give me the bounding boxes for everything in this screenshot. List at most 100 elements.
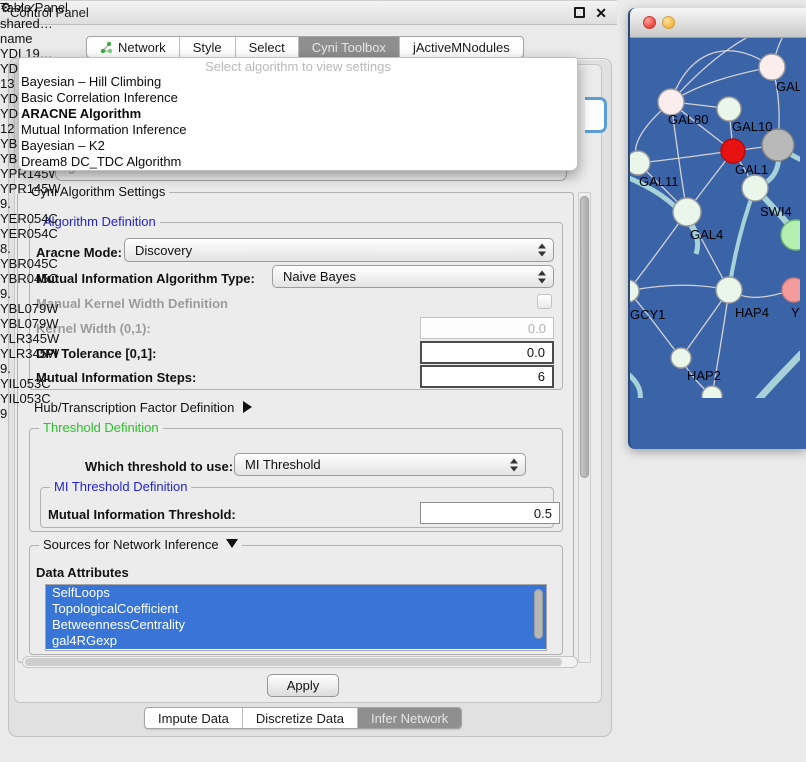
- control-panel-titlebar: Control Panel ✕: [0, 0, 617, 25]
- zoom-traffic-light[interactable]: [681, 16, 694, 29]
- manual-kernel-checkbox[interactable]: [537, 294, 552, 309]
- which-threshold-combo[interactable]: MI Threshold: [234, 453, 526, 476]
- tab-impute-data[interactable]: Impute Data: [145, 708, 242, 728]
- manual-kernel-label: Manual Kernel Width Definition: [36, 296, 228, 311]
- network-window-titlebar[interactable]: [630, 8, 806, 38]
- algorithm-option[interactable]: Basic Correlation Inference: [19, 90, 577, 106]
- tab-label: jActiveMNodules: [413, 40, 510, 55]
- algorithm-dropdown-popup: Select algorithm to view settings Bayesi…: [18, 57, 578, 171]
- table-cell: YER054C: [0, 211, 61, 226]
- network-node-red[interactable]: [721, 139, 745, 163]
- tab-label: Cyni Toolbox: [312, 40, 386, 55]
- table-row[interactable]: YPR145WYPR145W9.: [0, 166, 61, 211]
- network-node-hap4[interactable]: [716, 277, 742, 303]
- svg-text:GAL80: GAL80: [668, 112, 708, 127]
- network-canvas[interactable]: GAL GAL80 GAL10 GAL1 GAL11 SWI4 GAL4 GCY…: [630, 8, 806, 401]
- table-cell: 9.: [0, 361, 61, 376]
- close-traffic-light[interactable]: [643, 16, 656, 29]
- table-row[interactable]: YIL053CYIL053C9: [0, 376, 61, 421]
- column-header-name[interactable]: name: [0, 31, 61, 46]
- list-item[interactable]: gal4RGexp: [46, 633, 546, 649]
- list-item[interactable]: SelfLoops: [46, 585, 546, 601]
- which-threshold-label: Which threshold to use:: [85, 459, 233, 474]
- mi-threshold-field[interactable]: 0.5: [420, 502, 560, 524]
- sources-title-text: Sources for Network Inference: [43, 537, 219, 552]
- list-item[interactable]: TopologicalCoefficient: [46, 601, 546, 617]
- network-node-gal10[interactable]: [717, 97, 741, 121]
- network-node-swi4[interactable]: [742, 175, 768, 201]
- mi-type-label: Mutual Information Algorithm Type:: [36, 271, 255, 286]
- dpi-tolerance-field[interactable]: 0.0: [420, 341, 554, 364]
- column-header-shared-name[interactable]: shared…: [0, 16, 61, 31]
- collapsed-arrow-icon: [243, 401, 252, 413]
- network-node-gal4[interactable]: [673, 198, 701, 226]
- aracne-mode-combo[interactable]: Discovery: [124, 238, 554, 262]
- network-node[interactable]: [759, 54, 785, 80]
- mi-steps-field[interactable]: 6: [420, 365, 554, 388]
- table-row[interactable]: YBR045CYBR045C9.: [0, 256, 61, 301]
- tab-style[interactable]: Style: [179, 37, 235, 57]
- algorithm-option-selected[interactable]: ARACNE Algorithm: [19, 106, 577, 122]
- list-scrollbar[interactable]: [534, 589, 543, 639]
- aracne-mode-value: Discovery: [135, 243, 192, 258]
- expanded-arrow-icon: [226, 539, 238, 548]
- table-cell: YLR345W: [0, 331, 61, 346]
- float-window-icon[interactable]: [574, 7, 585, 18]
- tab-infer-network[interactable]: Infer Network: [357, 708, 461, 728]
- data-attributes-list[interactable]: SelfLoops TopologicalCoefficient Between…: [45, 584, 547, 651]
- tab-jactivemnodules[interactable]: jActiveMNodules: [399, 37, 523, 57]
- close-icon[interactable]: ✕: [595, 6, 607, 20]
- table-header: shared… name: [0, 16, 61, 46]
- network-nodes[interactable]: [630, 8, 800, 398]
- table-row[interactable]: YER054CYER054C8.: [0, 211, 61, 256]
- spinner-arrows-icon: [510, 458, 518, 471]
- table-row[interactable]: YBL079WYBL079W: [0, 301, 61, 331]
- spinner-arrows-icon: [538, 270, 546, 283]
- algorithm-option[interactable]: Dream8 DC_TDC Algorithm: [19, 154, 577, 170]
- algorithm-option[interactable]: Bayesian – K2: [19, 138, 577, 154]
- table-cell: YIL053C: [0, 391, 61, 406]
- tab-network[interactable]: Network: [87, 37, 179, 57]
- svg-text:HAP2: HAP2: [687, 368, 721, 383]
- mi-threshold-label: Mutual Information Threshold:: [48, 507, 236, 522]
- kernel-width-value: 0.0: [528, 321, 546, 336]
- tab-select[interactable]: Select: [235, 37, 298, 57]
- settings-vertical-scrollbar[interactable]: [578, 192, 591, 663]
- svg-text:HAP4: HAP4: [735, 305, 769, 320]
- apply-button[interactable]: Apply: [267, 674, 339, 697]
- threshold-definition-title: Threshold Definition: [39, 420, 163, 435]
- table-cell: YPR145W: [0, 181, 61, 196]
- algorithm-option[interactable]: Bayesian – Hill Climbing: [19, 74, 577, 90]
- network-node-bright-green[interactable]: [781, 220, 800, 250]
- network-node[interactable]: [702, 386, 722, 398]
- dpi-tolerance-value: 0.0: [527, 345, 545, 360]
- kernel-width-field[interactable]: 0.0: [420, 317, 554, 339]
- network-node-hap2[interactable]: [671, 348, 691, 368]
- table-cell: YIL053C: [0, 376, 61, 391]
- tab-label: Style: [193, 40, 222, 55]
- table-cell: YBR045C: [0, 256, 61, 271]
- list-item[interactable]: BetweennessCentrality: [46, 617, 546, 633]
- minimize-traffic-light[interactable]: [662, 16, 675, 29]
- gear-icon[interactable]: ⚙: [0, 0, 12, 15]
- mi-threshold-group-title: MI Threshold Definition: [50, 479, 191, 494]
- tab-cyni-toolbox[interactable]: Cyni Toolbox: [298, 37, 399, 57]
- network-node-salmon[interactable]: [782, 278, 800, 302]
- svg-text:GAL10: GAL10: [732, 119, 772, 134]
- network-node-gal11[interactable]: [630, 151, 650, 175]
- tab-label: Discretize Data: [256, 711, 344, 726]
- which-threshold-value: MI Threshold: [245, 457, 321, 472]
- network-node-gcy1[interactable]: [630, 280, 639, 302]
- table-cell: 8.: [0, 241, 61, 256]
- show-columns-icon[interactable]: ✓✓: [15, 0, 37, 15]
- settings-horizontal-scrollbar[interactable]: [22, 656, 578, 668]
- svg-text:GAL1: GAL1: [735, 162, 768, 177]
- table-cell: 9.: [0, 286, 61, 301]
- mi-type-combo[interactable]: Naive Bayes: [272, 265, 554, 288]
- hub-section-toggle[interactable]: Hub/Transcription Factor Definition: [34, 400, 252, 415]
- table-row[interactable]: YLR345WYLR345W9.: [0, 331, 61, 376]
- tab-discretize-data[interactable]: Discretize Data: [242, 708, 357, 728]
- sources-group-title[interactable]: Sources for Network Inference: [39, 537, 242, 552]
- algorithm-option[interactable]: Mutual Information Inference: [19, 122, 577, 138]
- svg-text:GAL: GAL: [776, 79, 800, 94]
